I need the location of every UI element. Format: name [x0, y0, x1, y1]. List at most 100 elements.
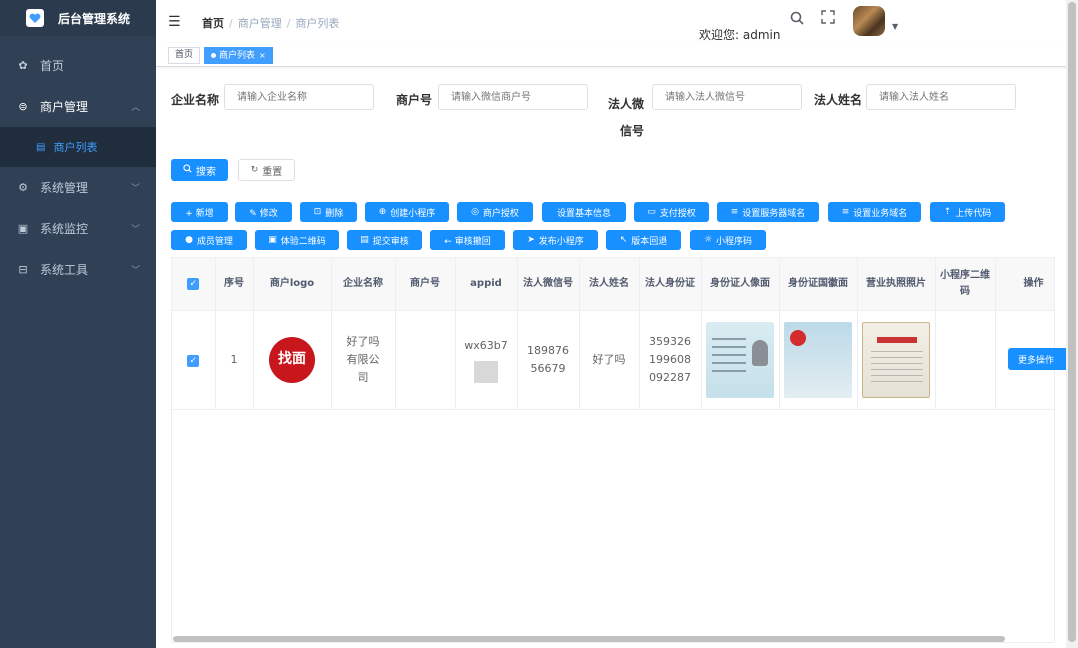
merchant-auth-button[interactable]: ◎ 商户授权 — [457, 202, 533, 222]
gear-icon: ⚙ — [18, 181, 28, 194]
close-icon[interactable]: × — [259, 51, 266, 60]
label-company-name: 企业名称 — [171, 93, 220, 107]
list-icon: ▤ — [36, 141, 46, 153]
plus-circle-icon: ⊕ — [378, 207, 387, 217]
col-qrcode: 小程序二维码 — [935, 258, 996, 311]
heart-logo-icon — [26, 9, 44, 27]
upload-icon: ⇡ — [943, 207, 952, 217]
target-icon: ◎ — [471, 207, 479, 217]
caret-down-icon[interactable]: ▼ — [892, 22, 898, 31]
reset-button[interactable]: ↻ 重置 — [238, 159, 295, 181]
tag-label: 首页 — [175, 50, 194, 60]
server-domain-label: 设置服务器域名 — [742, 208, 806, 219]
sidebar-item-system-tools[interactable]: ⊟ 系统工具 ﹀ — [0, 249, 156, 290]
sidebar-item-merchant-list[interactable]: ▤ 商户列表 — [0, 127, 156, 167]
horizontal-scrollbar[interactable] — [173, 636, 1005, 642]
upload-code-button[interactable]: ⇡ 上传代码 — [930, 202, 1005, 222]
create-miniprogram-label: 创建小程序 — [390, 208, 436, 219]
cell-appid: wx63b7 — [455, 310, 518, 410]
col-license: 营业执照照片 — [857, 258, 936, 311]
business-domain-label: 设置业务域名 — [853, 208, 908, 219]
basic-info-button[interactable]: 设置基本信息 — [542, 202, 626, 222]
toolbox-icon: ⊟ — [18, 263, 28, 276]
cell-license — [857, 310, 936, 410]
id-back-photo[interactable] — [784, 321, 852, 398]
version-rollback-button[interactable]: ↖ 版本回退 — [606, 230, 681, 250]
tag-merchant-list[interactable]: 商户列表 × — [204, 47, 273, 64]
breadcrumb-home[interactable]: 首页 — [202, 17, 224, 30]
vertical-scrollbar[interactable] — [1068, 2, 1076, 642]
sidebar-item-system-monitor[interactable]: ▣ 系统监控 ﹀ — [0, 208, 156, 249]
sidebar-item-label: 系统工具 — [40, 263, 89, 277]
avatar[interactable] — [853, 6, 885, 36]
appid-text: wx63b7 — [464, 338, 508, 352]
id-front-photo[interactable] — [706, 321, 774, 398]
merchant-table: ✓ 序号 商户logo 企业名称 商户号 appid 法人微信号 法人姓名 法人… — [171, 257, 1055, 643]
user-icon: ● — [185, 235, 193, 245]
col-wechat: 法人微信号 — [517, 258, 580, 311]
hamburger-icon[interactable]: ☰ — [168, 14, 181, 30]
search-button[interactable]: 搜索 — [171, 159, 228, 181]
check-icon: ✓ — [187, 354, 200, 367]
doc-icon: ▤ — [360, 235, 369, 245]
sidebar-item-label: 系统监控 — [40, 222, 89, 236]
col-appid: appid — [455, 258, 518, 311]
withdraw-review-button[interactable]: ← 审核撤回 — [430, 230, 505, 250]
sidebar-item-label: 商户管理 — [40, 100, 89, 114]
search-icon[interactable] — [790, 10, 804, 29]
business-domain-button[interactable]: ≡ 设置业务域名 — [828, 202, 921, 222]
cell-name: 好了吗 — [579, 310, 640, 410]
license-photo[interactable] — [862, 321, 930, 398]
miniprogram-code-button[interactable]: ☼ 小程序码 — [690, 230, 766, 250]
label-legal-name: 法人姓名 — [814, 93, 863, 107]
server-domain-button[interactable]: ≡ 设置服务器域名 — [717, 202, 819, 222]
add-button[interactable]: + 新增 — [171, 202, 228, 222]
company-name-input[interactable] — [224, 84, 374, 110]
submit-review-label: 提交审核 — [372, 236, 409, 247]
create-miniprogram-button[interactable]: ⊕ 创建小程序 — [365, 202, 449, 222]
col-name: 法人姓名 — [579, 258, 640, 311]
more-actions-label: 更多操作 — [1018, 355, 1055, 366]
pay-auth-button[interactable]: ▭ 支付授权 — [634, 202, 709, 222]
cell-wechat: 18987656679 — [517, 310, 580, 410]
legal-name-input[interactable] — [866, 84, 1016, 110]
member-manage-button[interactable]: ● 成员管理 — [171, 230, 247, 250]
more-actions-button[interactable]: 更多操作 — [1008, 348, 1068, 370]
basic-info-label: 设置基本信息 — [556, 208, 611, 219]
cell-company: 好了吗有限公司 — [331, 310, 396, 410]
monitor-icon: ▣ — [17, 222, 29, 235]
dashboard-icon: ✿ — [18, 59, 28, 72]
sidebar-item-merchant[interactable]: ⊜ 商户管理 ︿ — [0, 86, 156, 127]
select-all-checkbox[interactable]: ✓ — [172, 258, 216, 311]
col-merchant-no: 商户号 — [395, 258, 456, 311]
trial-qrcode-button[interactable]: ▣ 体验二维码 — [255, 230, 339, 250]
sidebar-logo[interactable]: 后台管理系统 — [0, 0, 156, 36]
edit-button[interactable]: ✎ 修改 — [235, 202, 292, 222]
publish-miniprogram-button[interactable]: ➤ 发布小程序 — [513, 230, 598, 250]
merchant-logo-image: 找面 — [269, 336, 315, 383]
breadcrumb: 首页 / 商户管理 / 商户列表 — [202, 17, 340, 30]
col-company: 企业名称 — [331, 258, 396, 311]
table-row[interactable]: ✓ 1 找面 好了吗有限公司 wx63b7 18987656679 好了吗 35… — [172, 310, 1054, 410]
tags-view: 首页 商户列表 × — [156, 43, 1078, 67]
legal-wechat-input[interactable] — [652, 84, 802, 110]
sidebar-item-home[interactable]: ✿ 首页 — [0, 45, 156, 86]
merchant-no-input[interactable] — [438, 84, 588, 110]
welcome-text: 欢迎您: admin — [699, 28, 781, 42]
submit-review-button[interactable]: ▤ 提交审核 — [347, 230, 422, 250]
row-checkbox[interactable]: ✓ — [172, 310, 216, 410]
col-id-card: 法人身份证 — [639, 258, 702, 311]
merchant-auth-label: 商户授权 — [482, 208, 519, 219]
merchant-icon: ⊜ — [18, 100, 28, 113]
company-text: 好了吗有限公司 — [346, 334, 380, 384]
label-legal-wechat: 法人微信号 — [607, 97, 644, 138]
trial-qrcode-label: 体验二维码 — [280, 236, 326, 247]
tag-home[interactable]: 首页 — [168, 47, 201, 64]
sidebar-item-system-manage[interactable]: ⚙ 系统管理 ﹀ — [0, 167, 156, 208]
cell-logo: 找面 — [253, 310, 332, 410]
fullscreen-icon[interactable] — [821, 10, 835, 28]
cell-index: 1 — [215, 310, 254, 410]
delete-button[interactable]: ⊡ 删除 — [300, 202, 357, 222]
sidebar-item-label: 系统管理 — [40, 181, 89, 195]
col-actions: 操作 — [995, 258, 1054, 311]
